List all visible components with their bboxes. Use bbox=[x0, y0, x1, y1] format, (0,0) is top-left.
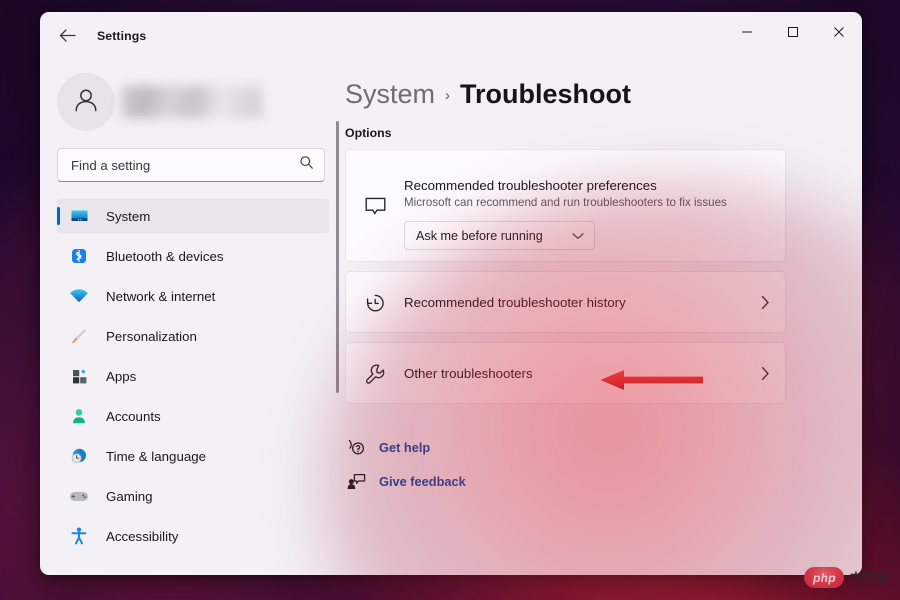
link-label: Get help bbox=[379, 440, 430, 455]
minimize-button[interactable] bbox=[724, 12, 770, 52]
wifi-icon bbox=[68, 286, 90, 306]
sidebar-item-gaming[interactable]: Gaming bbox=[57, 479, 329, 513]
card-body: Other troubleshooters bbox=[404, 366, 745, 381]
sidebar-item-apps[interactable]: Apps bbox=[57, 359, 329, 393]
back-button[interactable] bbox=[50, 21, 84, 51]
sidebar-item-label: Personalization bbox=[106, 329, 197, 344]
account-row[interactable] bbox=[57, 72, 335, 132]
main-content: System › Troubleshoot Options Recommende… bbox=[345, 59, 862, 575]
account-name-blurred bbox=[122, 86, 262, 118]
link-label: Give feedback bbox=[379, 474, 466, 489]
sidebar-item-accounts[interactable]: Accounts bbox=[57, 399, 329, 433]
account-icon bbox=[68, 406, 90, 426]
sidebar-item-bluetooth-devices[interactable]: Bluetooth & devices bbox=[57, 239, 329, 273]
monitor-icon bbox=[68, 206, 90, 226]
sidebar-item-personalization[interactable]: Personalization bbox=[57, 319, 329, 353]
chat-bubble-icon bbox=[346, 194, 404, 218]
give-feedback-link[interactable]: Give feedback bbox=[345, 468, 525, 494]
avatar bbox=[57, 73, 115, 131]
wrench-icon bbox=[346, 361, 404, 385]
apps-grid-icon bbox=[68, 366, 90, 386]
sidebar: System Bluetooth & devices bbox=[40, 59, 345, 575]
card-body: Recommended troubleshooter history bbox=[404, 295, 745, 310]
footer-links: Get help Give feedback bbox=[345, 434, 840, 494]
window-body: System Bluetooth & devices bbox=[40, 59, 862, 575]
clock-globe-icon bbox=[68, 446, 90, 466]
card-title: Other troubleshooters bbox=[404, 366, 737, 381]
paintbrush-icon bbox=[68, 326, 90, 346]
back-arrow-icon bbox=[59, 28, 76, 43]
close-icon bbox=[833, 26, 845, 38]
sidebar-scrollbar[interactable] bbox=[336, 121, 339, 393]
chevron-down-icon bbox=[572, 227, 584, 245]
red-left-arrow-annotation bbox=[600, 368, 704, 392]
sidebar-item-label: Accessibility bbox=[106, 529, 178, 544]
help-question-icon bbox=[345, 439, 367, 456]
card-body: Recommended troubleshooter preferences M… bbox=[404, 161, 785, 250]
maximize-button[interactable] bbox=[770, 12, 816, 52]
feedback-person-icon bbox=[345, 473, 367, 490]
sidebar-scrollbar-thumb[interactable] bbox=[336, 121, 339, 393]
sidebar-item-label: Accounts bbox=[106, 409, 161, 424]
search-box[interactable] bbox=[57, 148, 325, 182]
get-help-link[interactable]: Get help bbox=[345, 434, 525, 460]
card-recommended-troubleshooter-history[interactable]: Recommended troubleshooter history bbox=[345, 271, 786, 333]
search-input[interactable] bbox=[71, 158, 299, 173]
card-recommended-troubleshooter-preferences: Recommended troubleshooter preferences M… bbox=[345, 149, 786, 262]
bluetooth-icon bbox=[68, 246, 90, 266]
section-label-options: Options bbox=[345, 126, 840, 140]
sidebar-item-system[interactable]: System bbox=[57, 199, 329, 233]
dropdown-value: Ask me before running bbox=[416, 229, 543, 243]
watermark-php-badge: php bbox=[804, 567, 844, 588]
sidebar-item-label: Bluetooth & devices bbox=[106, 249, 224, 264]
watermark: php 中文网 bbox=[804, 567, 890, 588]
person-avatar-icon bbox=[71, 85, 101, 120]
sidebar-item-label: Network & internet bbox=[106, 289, 215, 304]
accessibility-icon bbox=[68, 526, 90, 546]
sidebar-item-label: Apps bbox=[106, 369, 136, 384]
breadcrumb-separator-icon: › bbox=[445, 87, 450, 104]
history-clock-icon bbox=[346, 290, 404, 314]
desktop-wallpaper: Settings bbox=[0, 0, 900, 600]
sidebar-item-label: Gaming bbox=[106, 489, 153, 504]
maximize-icon bbox=[787, 26, 799, 38]
sidebar-item-network-internet[interactable]: Network & internet bbox=[57, 279, 329, 313]
gamepad-icon bbox=[68, 486, 90, 506]
app-title: Settings bbox=[97, 29, 146, 43]
sidebar-item-label: Time & language bbox=[106, 449, 206, 464]
sidebar-item-time-language[interactable]: Time & language bbox=[57, 439, 329, 473]
chevron-right-icon bbox=[745, 295, 785, 310]
minimize-icon bbox=[741, 26, 753, 38]
search-icon bbox=[299, 155, 314, 175]
card-subtitle: Microsoft can recommend and run troubles… bbox=[404, 196, 777, 209]
page-title: Troubleshoot bbox=[460, 79, 631, 110]
card-title: Recommended troubleshooter history bbox=[404, 295, 737, 310]
breadcrumb-parent[interactable]: System bbox=[345, 79, 435, 110]
settings-window: Settings bbox=[40, 12, 862, 575]
close-button[interactable] bbox=[816, 12, 862, 52]
sidebar-nav: System Bluetooth & devices bbox=[57, 199, 335, 551]
breadcrumb: System › Troubleshoot bbox=[345, 79, 840, 110]
card-title: Recommended troubleshooter preferences bbox=[404, 178, 777, 193]
chevron-right-icon bbox=[745, 366, 785, 381]
sidebar-item-label: System bbox=[106, 209, 150, 224]
window-controls bbox=[724, 12, 862, 52]
sidebar-item-accessibility[interactable]: Accessibility bbox=[57, 519, 329, 551]
title-bar: Settings bbox=[40, 12, 862, 59]
watermark-suffix: 中文网 bbox=[849, 568, 890, 587]
recommended-troubleshooter-dropdown[interactable]: Ask me before running bbox=[404, 221, 595, 250]
card-other-troubleshooters[interactable]: Other troubleshooters bbox=[345, 342, 786, 404]
